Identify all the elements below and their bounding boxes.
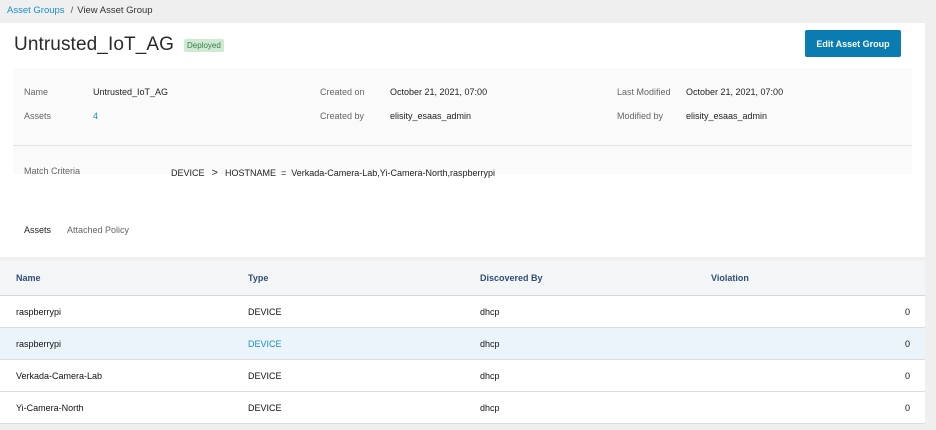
name-label: Name	[24, 87, 49, 97]
name-value: Untrusted_IoT_AG	[93, 87, 169, 97]
asset-group-panel: Untrusted_IoT_AG Deployed Edit Asset Gro…	[0, 23, 925, 257]
cell-name: Verkada-Camera-Lab	[16, 371, 103, 381]
cell-type: DEVICE	[248, 307, 282, 317]
page-title: Untrusted_IoT_AG	[14, 34, 175, 55]
criteria-operator: =	[280, 168, 287, 178]
created-on-value: October 21, 2021, 07:00	[390, 87, 488, 97]
criteria-values: Verkada-Camera-Lab,Yi-Camera-North,raspb…	[291, 168, 495, 178]
table-row[interactable]: raspberrypi DEVICE dhcp 0	[0, 328, 925, 360]
cell-name: raspberrypi	[16, 307, 62, 317]
criteria-category: DEVICE	[171, 168, 205, 178]
column-header-violation[interactable]: Violation	[711, 273, 749, 283]
last-modified-value: October 21, 2021, 07:00	[686, 87, 784, 97]
cell-type: DEVICE	[248, 371, 282, 381]
modified-by-value: elisity_esaas_admin	[686, 111, 768, 121]
created-by-label: Created by	[320, 111, 365, 121]
breadcrumb-separator: /	[70, 5, 74, 16]
created-by-value: elisity_esaas_admin	[390, 111, 472, 121]
tab-assets[interactable]: Assets	[24, 225, 51, 235]
details-section: Name Untrusted_IoT_AG Assets 4 Created o…	[13, 68, 912, 179]
tab-bar: Assets Attached Policy	[24, 225, 129, 235]
chevron-right-icon: >	[211, 167, 218, 179]
breadcrumb: Asset Groups / View Asset Group	[7, 5, 153, 16]
created-on-label: Created on	[320, 87, 365, 97]
title-row: Untrusted_IoT_AG Deployed	[14, 34, 224, 56]
cell-name: raspberrypi	[16, 339, 62, 349]
assets-table: Name Type Discovered By Violation raspbe…	[0, 260, 925, 424]
column-header-type[interactable]: Type	[248, 273, 268, 283]
column-header-name[interactable]: Name	[16, 273, 41, 283]
cell-violation: 0	[904, 371, 910, 381]
match-criteria-label: Match Criteria	[24, 166, 81, 176]
edit-asset-group-button[interactable]: Edit Asset Group	[805, 30, 901, 57]
table-header: Name Type Discovered By Violation	[0, 260, 925, 296]
assets-count-link[interactable]: 4	[93, 111, 98, 121]
table-row[interactable]: raspberrypi DEVICE dhcp 0	[0, 296, 925, 328]
cell-name: Yi-Camera-North	[16, 403, 84, 413]
details-divider	[13, 145, 912, 146]
column-header-discovered-by[interactable]: Discovered By	[480, 273, 543, 283]
cell-type[interactable]: DEVICE	[248, 339, 282, 349]
last-modified-label: Last Modified	[617, 87, 671, 97]
cell-violation: 0	[904, 307, 910, 317]
criteria-attribute: HOSTNAME	[224, 168, 276, 178]
breadcrumb-current: View Asset Group	[77, 5, 153, 16]
cell-discovered-by: dhcp	[480, 371, 500, 381]
cell-discovered-by: dhcp	[480, 307, 500, 317]
status-badge: Deployed	[184, 38, 224, 52]
cell-type: DEVICE	[248, 403, 282, 413]
cell-discovered-by: dhcp	[480, 403, 500, 413]
cell-violation: 0	[904, 403, 910, 413]
cell-discovered-by: dhcp	[480, 339, 500, 349]
breadcrumb-asset-groups-link[interactable]: Asset Groups	[7, 5, 65, 16]
modified-by-label: Modified by	[617, 111, 664, 121]
cell-violation: 0	[904, 339, 910, 349]
tab-attached-policy[interactable]: Attached Policy	[67, 225, 129, 235]
assets-label: Assets	[24, 111, 52, 121]
table-row[interactable]: Verkada-Camera-Lab DEVICE dhcp 0	[0, 360, 925, 392]
table-row[interactable]: Yi-Camera-North DEVICE dhcp 0	[0, 392, 925, 424]
match-criteria-expression: DEVICE > HOSTNAME = Verkada-Camera-Lab,Y…	[171, 167, 495, 179]
